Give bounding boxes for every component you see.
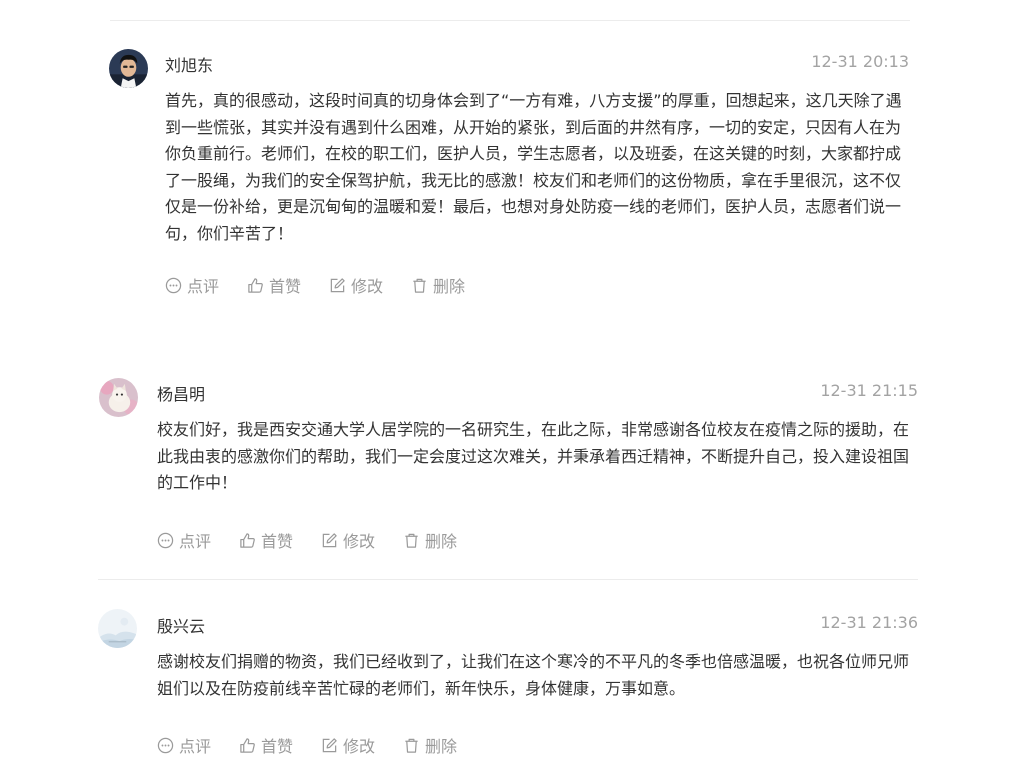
comment-actions: 点评 首赞 修改 删除 bbox=[157, 528, 485, 552]
thumbs-up-icon bbox=[239, 532, 256, 549]
speech-bubble-icon bbox=[165, 277, 182, 294]
top-divider bbox=[110, 20, 910, 21]
comment-delete-button[interactable]: 删除 bbox=[411, 273, 465, 297]
trash-icon bbox=[411, 277, 428, 294]
like-label: 首赞 bbox=[261, 532, 294, 551]
avatar-cat-icon bbox=[99, 378, 138, 417]
comment-like-button[interactable]: 首赞 bbox=[239, 733, 293, 757]
comment-delete-button[interactable]: 删除 bbox=[403, 528, 457, 552]
edit-label: 修改 bbox=[351, 277, 384, 296]
comment-content: 感谢校友们捐赠的物资，我们已经收到了，让我们在这个寒冷的不平凡的冬季也倍感温暖，… bbox=[157, 652, 910, 698]
edit-label: 修改 bbox=[343, 737, 376, 756]
comment-edit-button[interactable]: 修改 bbox=[329, 273, 383, 297]
comment-time: 12-31 21:36 bbox=[820, 613, 918, 632]
trash-icon bbox=[403, 737, 420, 754]
edit-icon bbox=[321, 737, 338, 754]
comment-edit-button[interactable]: 修改 bbox=[321, 528, 375, 552]
thumbs-up-icon bbox=[239, 737, 256, 754]
comment-reply-button[interactable]: 点评 bbox=[157, 733, 211, 757]
comment-like-button[interactable]: 首赞 bbox=[239, 528, 293, 552]
comment-author: 杨昌明 bbox=[157, 385, 206, 404]
edit-label: 修改 bbox=[343, 532, 376, 551]
reply-label: 点评 bbox=[179, 737, 212, 756]
comment-like-button[interactable]: 首赞 bbox=[247, 273, 301, 297]
comment-divider bbox=[98, 579, 918, 580]
comment-time: 12-31 20:13 bbox=[811, 52, 909, 71]
like-label: 首赞 bbox=[269, 277, 302, 296]
comment-delete-button[interactable]: 删除 bbox=[403, 733, 457, 757]
edit-icon bbox=[321, 532, 338, 549]
speech-bubble-icon bbox=[157, 532, 174, 549]
reply-label: 点评 bbox=[187, 277, 220, 296]
avatar[interactable] bbox=[99, 378, 138, 417]
comment-author: 殷兴云 bbox=[157, 617, 206, 636]
delete-label: 删除 bbox=[433, 277, 466, 296]
avatar[interactable] bbox=[109, 49, 148, 88]
reply-label: 点评 bbox=[179, 532, 212, 551]
trash-icon bbox=[403, 532, 420, 549]
comment-content: 校友们好，我是西安交通大学人居学院的一名研究生，在此之际，非常感谢各位校友在疫情… bbox=[157, 420, 910, 493]
avatar-man-icon bbox=[109, 49, 148, 88]
comment-author: 刘旭东 bbox=[165, 56, 214, 75]
comment-edit-button[interactable]: 修改 bbox=[321, 733, 375, 757]
comment-actions: 点评 首赞 修改 删除 bbox=[165, 273, 493, 297]
edit-icon bbox=[329, 277, 346, 294]
comment-reply-button[interactable]: 点评 bbox=[165, 273, 219, 297]
comment-time: 12-31 21:15 bbox=[820, 381, 918, 400]
comment-reply-button[interactable]: 点评 bbox=[157, 528, 211, 552]
like-label: 首赞 bbox=[261, 737, 294, 756]
thumbs-up-icon bbox=[247, 277, 264, 294]
delete-label: 删除 bbox=[425, 532, 458, 551]
comment-actions: 点评 首赞 修改 删除 bbox=[157, 733, 485, 757]
speech-bubble-icon bbox=[157, 737, 174, 754]
avatar[interactable] bbox=[98, 609, 137, 648]
avatar-landscape-icon bbox=[98, 609, 137, 648]
delete-label: 删除 bbox=[425, 737, 458, 756]
comment-content: 首先，真的很感动，这段时间真的切身体会到了“一方有难，八方支援”的厚重，回想起来… bbox=[165, 91, 902, 243]
